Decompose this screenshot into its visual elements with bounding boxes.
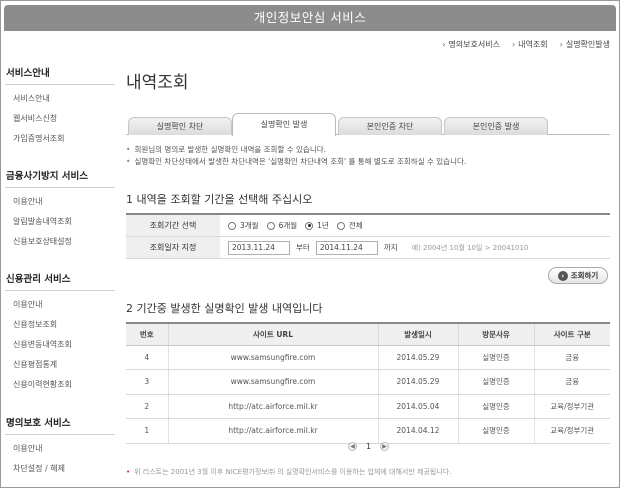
window-title: 개인정보안심 서비스 [4,5,616,31]
breadcrumb-item-service[interactable]: 명의보호서비스 [442,39,500,50]
sidebar-section-credit-management: 신용관리 서비스 이용안내 신용정보조회 신용변동내역조회 신용평점통계 신용이… [5,271,115,395]
breadcrumb-item-history[interactable]: 내역조회 [512,39,547,50]
sidebar-heading: 서비스안내 [5,65,115,85]
date-to-input[interactable] [315,240,378,255]
cell-date: 2014.04.12 [377,418,458,444]
cell-site-url: www.samsungfire.com [167,345,378,370]
sidebar-item[interactable]: 이용안내 [5,439,115,459]
cell-site-url: http://atc.airforce.mil.kr [167,418,378,444]
sidebar-item[interactable]: 알림발송내역조회 [5,212,115,232]
table-row: 4 www.samsungfire.com 2014.05.29 실명인증 금융 [126,345,610,370]
cell-number: 3 [126,369,168,395]
breadcrumb-item-current[interactable]: 실명확인발생 [560,39,610,50]
column-header: 방문사유 [457,322,534,346]
search-button[interactable]: › 조회하기 [548,267,608,284]
cell-site-url: http://atc.airforce.mil.kr [167,394,378,419]
period-radio-3m[interactable]: 3개월 [228,220,259,231]
radio-label: 6개월 [278,221,298,230]
search-button-label: 조회하기 [570,271,599,280]
date-to-suffix: 까지 [383,243,398,252]
cell-site-type: 교육/정부기관 [533,418,610,444]
cell-date: 2014.05.29 [377,369,458,395]
cell-site-type: 교육/정부기관 [533,394,610,419]
column-header: 사이트 구분 [533,322,610,346]
date-range-row: 조회일자 지정 부터 까지 예) 2004년 10월 10일 > 2004101… [126,237,610,259]
notice-item: 회원님의 명의로 발생한 실명확인 내역을 조회할 수 있습니다. [126,144,466,156]
cell-reason: 실명인증 [457,394,534,419]
cell-site-type: 금융 [533,369,610,395]
radio-icon [228,221,236,230]
prev-page-icon[interactable]: ◀ [348,442,357,451]
date-from-suffix: 부터 [296,243,310,252]
sidebar-section-identity-protection: 명의보호 서비스 이용안내 차단설정 / 해제 [5,415,115,479]
sidebar-item[interactable]: 이용안내 [5,192,115,212]
period-radio-6m[interactable]: 6개월 [266,220,298,231]
period-radio-all[interactable]: 전체 [336,220,363,231]
radio-label: 1년 [317,221,329,230]
cell-site-type: 금융 [533,345,610,370]
table-row: 3 www.samsungfire.com 2014.05.29 실명인증 금융 [126,369,610,395]
table-header-row: 번호 사이트 URL 발생일시 방문사유 사이트 구분 [126,322,610,346]
period-label: 조회기간 선택 [126,215,220,236]
period-radio-1y[interactable]: 1년 [305,220,329,231]
tab-bar: 실명확인 차단 실명확인 발생 본인인증 차단 본인인증 발생 [126,113,610,136]
sidebar-item[interactable]: 신용변동내역조회 [5,335,115,355]
column-header: 발생일시 [377,322,458,346]
date-from-input[interactable] [228,240,290,255]
sidebar-item[interactable]: 차단설정 / 해제 [5,459,115,479]
table-row: 2 http://atc.airforce.mil.kr 2014.05.04 … [126,394,610,419]
date-format-hint: 예) 2004년 10월 10일 > 20041010 [411,243,529,252]
cell-site-url: www.samsungfire.com [167,369,378,395]
section-title-period: 1 내역을 조회할 기간을 선택해 주십시오 [126,193,313,206]
sidebar-section-fraud-prevention: 금융사기방지 서비스 이용안내 알림발송내역조회 신용보호상태설정 [5,168,115,252]
period-form: 조회기간 선택 3개월 6개월 1년 전체 조회일자 지정 부터 까지 예) 2… [126,213,610,259]
sidebar-item[interactable]: 가입증명서조회 [5,129,115,149]
chevron-right-icon: › [557,270,568,281]
footnote: 위 리스트는 2001년 3월 이후 NICE평가정보㈜ 의 실명확인서비스를 … [126,467,451,477]
sidebar-item[interactable]: 서비스안내 [5,89,115,109]
tab-realname-occurrence[interactable]: 실명확인 발생 [232,113,336,136]
cell-reason: 실명인증 [457,369,534,395]
breadcrumb: 명의보호서비스 내역조회 실명확인발생 [442,39,610,50]
sidebar-item[interactable]: 신용이력현황조회 [5,375,115,395]
sidebar-item[interactable]: 웹서비스신청 [5,109,115,129]
date-label: 조회일자 지정 [126,237,220,258]
next-page-icon[interactable]: ▶ [380,442,390,451]
cell-reason: 실명인증 [457,418,534,444]
page-title: 내역조회 [126,73,189,93]
cell-date: 2014.05.04 [377,394,458,419]
tab-auth-occurrence[interactable]: 본인인증 발생 [444,117,548,135]
column-header: 번호 [126,322,168,346]
sidebar-item[interactable]: 이용안내 [5,295,115,315]
tab-realname-block[interactable]: 실명확인 차단 [128,117,232,135]
radio-label: 3개월 [240,221,259,230]
section-title-results: 2 기간중 발생한 실명확인 발생 내역입니다 [126,302,323,315]
sidebar-item[interactable]: 신용보호상태설정 [5,232,115,252]
cell-number: 1 [126,418,168,444]
cell-number: 2 [126,394,168,419]
radio-icon [266,221,275,230]
sidebar-item[interactable]: 신용평점통계 [5,355,115,375]
current-page[interactable]: 1 [366,442,371,451]
radio-icon [336,221,345,230]
sidebar-section-service-info: 서비스안내 서비스안내 웹서비스신청 가입증명서조회 [5,65,115,149]
results-table: 번호 사이트 URL 발생일시 방문사유 사이트 구분 4 www.samsun… [126,322,610,444]
sidebar-heading: 명의보호 서비스 [5,415,115,435]
cell-number: 4 [126,345,168,370]
cell-date: 2014.05.29 [377,345,458,370]
column-header: 사이트 URL [167,322,378,346]
notice-list: 회원님의 명의로 발생한 실명확인 내역을 조회할 수 있습니다. 실명확인 차… [126,144,466,168]
radio-label: 전체 [348,221,363,230]
period-select-row: 조회기간 선택 3개월 6개월 1년 전체 [126,215,610,237]
tab-auth-block[interactable]: 본인인증 차단 [338,117,442,135]
sidebar-item[interactable]: 신용정보조회 [5,315,115,335]
table-row: 1 http://atc.airforce.mil.kr 2014.04.12 … [126,418,610,444]
sidebar-heading: 신용관리 서비스 [5,271,115,291]
radio-selected-icon [305,221,314,230]
pagination: ◀ 1 ▶ [348,442,390,451]
sidebar-heading: 금융사기방지 서비스 [5,168,115,188]
notice-item: 실명확인 차단상태에서 발생한 차단내역은 '실명확인 차단내역 조회' 를 통… [126,156,466,168]
cell-reason: 실명인증 [457,345,534,370]
